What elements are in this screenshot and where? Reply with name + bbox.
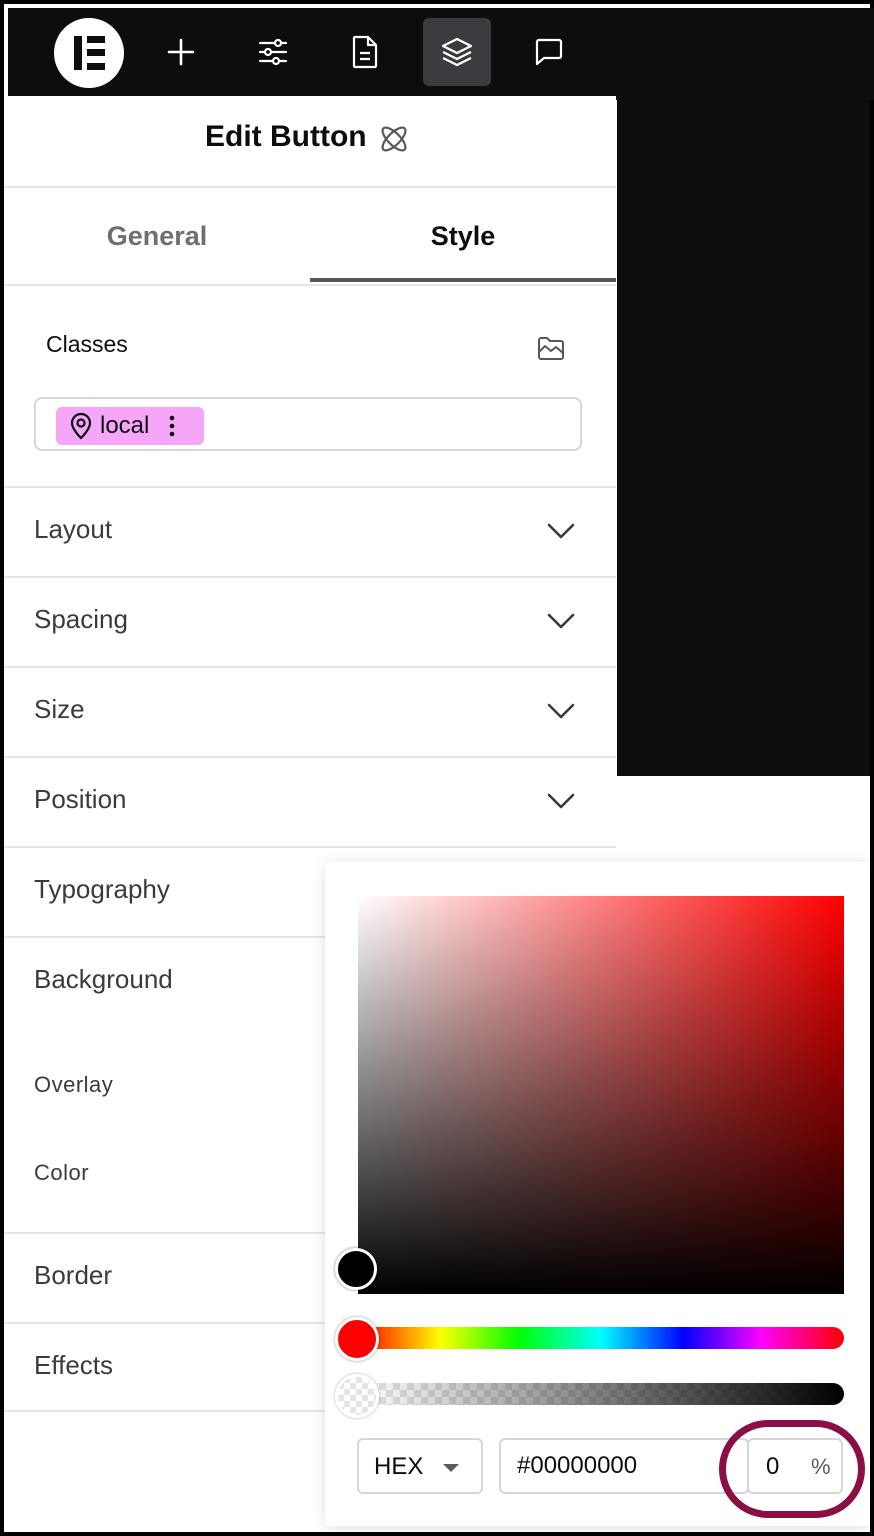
settings-sliders-icon (258, 38, 288, 66)
section-size[interactable]: Size (4, 666, 616, 756)
section-label: Border (34, 1260, 113, 1290)
app-frame: Edit Button General Style Classes local (0, 0, 874, 1536)
add-icon (167, 38, 195, 66)
panel-title: Edit Button (205, 120, 367, 153)
tab-style[interactable]: Style (310, 188, 616, 284)
chevron-down-icon (547, 523, 575, 539)
document-icon (352, 35, 378, 69)
section-label: Typography (34, 874, 170, 904)
atomic-icon (381, 126, 407, 152)
hue-thumb[interactable] (335, 1317, 379, 1361)
class-chip-label: local (100, 412, 150, 439)
comments-button[interactable] (515, 18, 583, 86)
section-layout[interactable]: Layout (4, 486, 616, 576)
chevron-down-icon (547, 613, 575, 629)
page-settings-button[interactable] (331, 18, 399, 86)
section-label: Spacing (34, 604, 128, 634)
comments-icon (535, 38, 563, 66)
alpha-slider[interactable] (358, 1383, 844, 1405)
tab-general[interactable]: General (4, 188, 310, 284)
alpha-thumb[interactable] (335, 1374, 379, 1418)
color-format-value: HEX (374, 1453, 424, 1480)
class-selector-field[interactable]: local (34, 397, 582, 451)
section-position[interactable]: Position (4, 756, 616, 846)
section-label: Layout (34, 514, 113, 544)
section-label: Background (34, 964, 173, 994)
add-element-button[interactable] (147, 18, 215, 86)
saturation-area[interactable] (358, 896, 844, 1294)
section-label: Position (34, 784, 127, 814)
class-chip-local[interactable]: local (56, 407, 204, 445)
highlight-circle (719, 1420, 865, 1518)
hex-input[interactable]: #00000000 (499, 1438, 749, 1494)
panel-tabs: General Style (4, 188, 616, 286)
top-toolbar (8, 8, 874, 100)
overlay-label: Overlay (34, 1072, 114, 1097)
canvas-preview-light (617, 776, 870, 862)
more-vertical-icon[interactable] (169, 414, 175, 438)
caret-down-icon (443, 1464, 459, 1472)
hue-slider[interactable] (358, 1327, 844, 1349)
saturation-thumb[interactable] (335, 1248, 377, 1290)
panel-header: Edit Button (4, 96, 616, 188)
classes-label: Classes (46, 331, 128, 357)
chevron-down-icon (547, 703, 575, 719)
color-format-select[interactable]: HEX (357, 1438, 483, 1494)
location-pin-icon (70, 412, 92, 440)
structure-button[interactable] (423, 18, 491, 86)
section-label: Effects (34, 1350, 114, 1380)
elementor-logo-icon[interactable] (54, 18, 124, 88)
active-tab-indicator (310, 278, 616, 282)
chevron-down-icon (547, 793, 575, 809)
canvas-preview (617, 96, 870, 776)
color-label: Color (34, 1160, 90, 1185)
section-spacing[interactable]: Spacing (4, 576, 616, 666)
layers-icon (441, 37, 473, 67)
class-manager-icon[interactable] (536, 334, 566, 362)
site-settings-button[interactable] (239, 18, 307, 86)
section-label: Size (34, 694, 85, 724)
